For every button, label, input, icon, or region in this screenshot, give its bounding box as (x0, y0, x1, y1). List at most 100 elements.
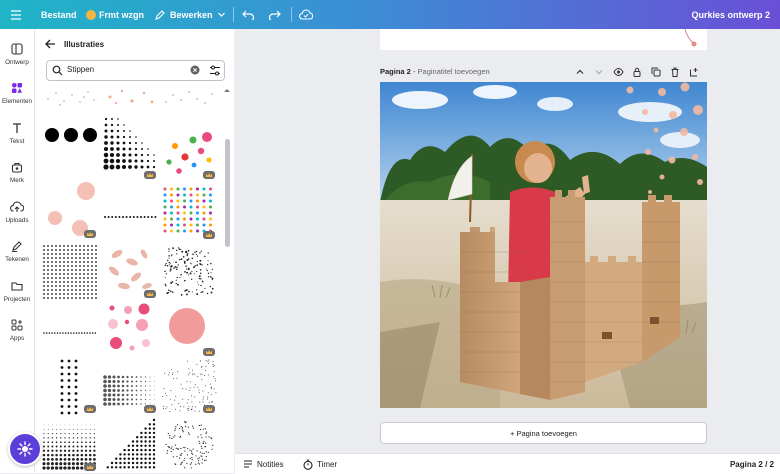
pattern-dot (43, 445, 45, 448)
eye-icon[interactable] (613, 67, 624, 77)
pattern-dot (199, 272, 202, 275)
file-menu[interactable]: Bestand (41, 0, 77, 29)
pattern-dot (205, 456, 207, 458)
rail-item-merk[interactable]: Merk (0, 159, 34, 197)
pattern-dot (140, 380, 142, 383)
edit-menu[interactable]: Bewerken (154, 0, 226, 29)
magic-assistant-button[interactable] (8, 432, 42, 466)
pattern-dot (178, 457, 181, 459)
menu-button[interactable] (10, 0, 22, 29)
pattern-dot (152, 436, 156, 439)
illustration-tile[interactable] (42, 357, 98, 415)
pattern-dot (189, 463, 191, 465)
chevron-up-icon[interactable] (575, 67, 585, 77)
pattern-dot (191, 369, 193, 371)
scrollbar-thumb[interactable] (225, 139, 230, 247)
chevron-down-icon[interactable] (594, 67, 604, 77)
illustration-tile[interactable] (102, 417, 158, 473)
illustration-tile[interactable] (102, 209, 158, 219)
illustration-tile[interactable] (42, 87, 98, 107)
page-title-input[interactable]: Paginatitel toevoegen (418, 67, 490, 76)
pattern-dot (80, 458, 84, 461)
pattern-dot (75, 273, 77, 275)
illustration-tile[interactable] (102, 300, 158, 358)
pattern-dot (47, 277, 49, 279)
rail-item-apps[interactable]: Apps (0, 317, 34, 355)
illustration-tile[interactable] (102, 369, 158, 415)
design-title-text: Qurkies ontwerp 2 (691, 9, 770, 20)
rail-item-projecten[interactable]: Projecten (0, 278, 34, 316)
redo-button[interactable] (268, 0, 281, 29)
rail-item-tekst[interactable]: Tekst (0, 120, 34, 158)
illustration-tile[interactable] (102, 87, 158, 107)
illustration-tile[interactable] (161, 417, 217, 473)
illustration-tile[interactable] (42, 113, 98, 158)
trash-icon[interactable] (670, 67, 680, 77)
duplicate-icon[interactable] (651, 67, 661, 77)
illustration-tile[interactable] (161, 185, 217, 241)
pattern-dot (68, 437, 70, 439)
rail-item-uploads[interactable]: Uploads (0, 199, 34, 237)
pattern-dot (144, 389, 147, 392)
illustration-tile[interactable] (42, 244, 98, 300)
pattern-dot (169, 290, 172, 292)
illustration-tile[interactable] (102, 244, 158, 300)
page-photo[interactable] (380, 82, 707, 408)
pattern-dot (196, 187, 199, 191)
illustration-tile[interactable] (102, 113, 158, 181)
pattern-dot (83, 257, 85, 259)
pattern-dot (185, 250, 188, 253)
illustration-tile[interactable] (42, 423, 98, 473)
previous-page[interactable] (380, 29, 707, 50)
illustration-tile[interactable] (42, 178, 98, 240)
scroll-up-icon[interactable] (223, 87, 231, 93)
design-title[interactable]: Qurkies ontwerp 2 (691, 0, 770, 29)
pattern-dot (196, 260, 198, 263)
pattern-dot (174, 435, 176, 437)
draw-icon (12, 241, 22, 252)
pro-crown-icon (84, 230, 96, 238)
add-page-icon[interactable] (689, 67, 699, 77)
pattern-dot (183, 262, 186, 264)
pattern-dot (154, 381, 155, 382)
pattern-dot (117, 375, 120, 379)
illustration-tile[interactable] (161, 300, 217, 358)
illustration-tile[interactable] (161, 113, 217, 181)
pattern-dot (43, 265, 45, 267)
pattern-dot (107, 393, 112, 397)
pattern-dot (67, 293, 69, 295)
filter-icon[interactable] (209, 65, 221, 76)
pattern-dot (135, 136, 137, 138)
lock-icon[interactable] (632, 67, 642, 77)
clear-search-icon[interactable] (190, 65, 200, 75)
pattern-dot (144, 440, 147, 443)
pattern-dot (191, 257, 194, 260)
pattern-dot (59, 277, 61, 279)
search-field[interactable]: Stippen (46, 60, 225, 81)
pattern-dot (107, 397, 112, 402)
search-input[interactable]: Stippen (67, 65, 94, 74)
illustration-tile[interactable] (161, 87, 217, 107)
rail-item-ontwerp[interactable]: Ontwerp (0, 41, 34, 79)
rail-item-tekenen[interactable]: Tekenen (0, 238, 34, 276)
undo-icon (242, 10, 255, 20)
pattern-dot (109, 152, 115, 158)
resize-button[interactable]: Frmt wzgn (86, 0, 144, 29)
rail-item-elementen[interactable]: Elementen (0, 80, 34, 118)
add-page-button[interactable]: + Pagina toevoegen (380, 422, 707, 444)
illustration-tile[interactable] (42, 323, 98, 334)
pattern-dot (131, 380, 133, 383)
illustration-tile[interactable] (161, 357, 217, 415)
undo-button[interactable] (242, 0, 255, 29)
pattern-dot (72, 449, 75, 452)
pattern-dot (180, 273, 182, 276)
back-arrow-icon[interactable] (45, 39, 56, 49)
timer-button[interactable]: Timer (303, 458, 337, 470)
page-counter[interactable]: Pagina 2 / 2 (730, 458, 774, 470)
pattern-dot (84, 453, 88, 457)
notes-button[interactable]: Notities (243, 458, 284, 470)
cloud-save-button[interactable] (299, 0, 313, 29)
pattern-dot (165, 285, 167, 287)
pattern-dot (148, 436, 151, 439)
illustration-tile[interactable] (161, 244, 217, 300)
